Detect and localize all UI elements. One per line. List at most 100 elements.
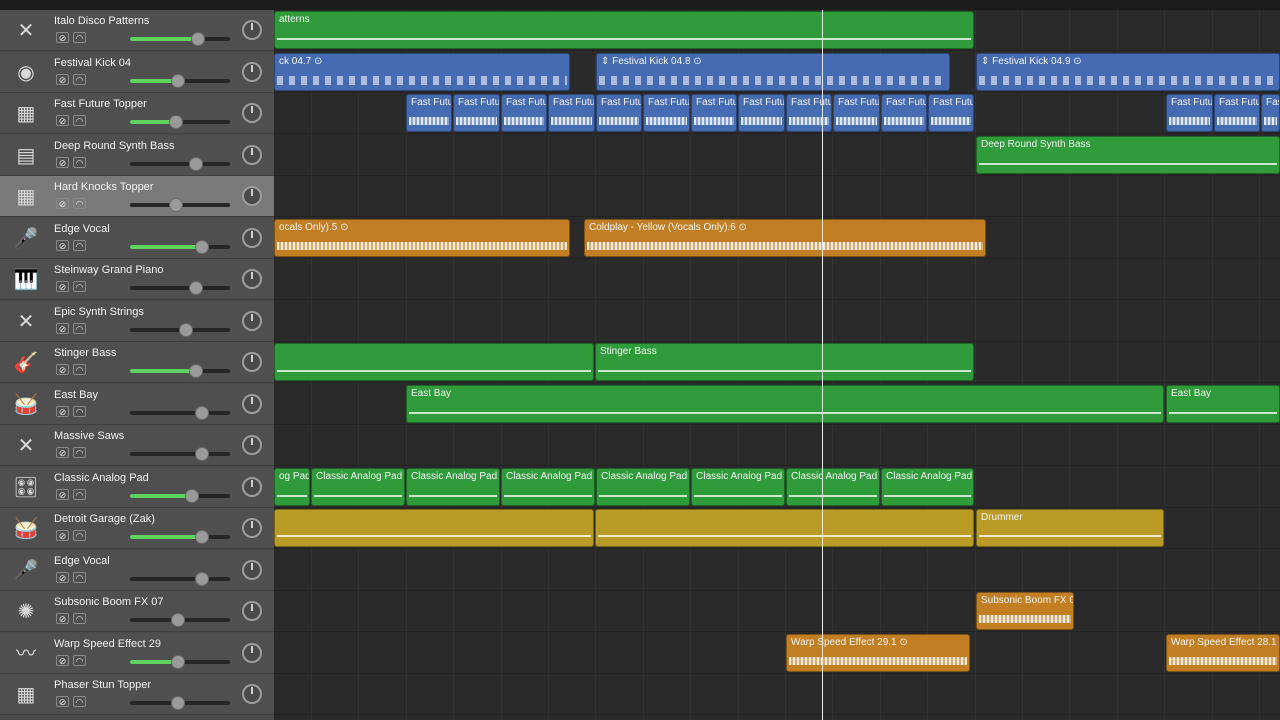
volume-slider[interactable] xyxy=(130,323,230,337)
region[interactable]: Fast Futu xyxy=(501,94,547,132)
volume-slider-knob[interactable] xyxy=(195,572,209,586)
region[interactable]: ck 04.7 ⊙ xyxy=(274,53,570,91)
region[interactable]: Fast Futu xyxy=(833,94,880,132)
solo-headphones-button[interactable]: ◠ xyxy=(73,32,86,43)
mute-button[interactable]: ⊘ xyxy=(56,406,69,417)
mute-button[interactable]: ⊘ xyxy=(56,489,69,500)
region[interactable]: atterns xyxy=(274,11,974,49)
region[interactable]: Fast Futu xyxy=(548,94,595,132)
volume-slider[interactable] xyxy=(130,281,230,295)
region[interactable]: East Bay xyxy=(1166,385,1280,423)
track-lane[interactable] xyxy=(274,550,1280,591)
track-name[interactable]: Deep Round Synth Bass xyxy=(54,140,174,152)
volume-slider-knob[interactable] xyxy=(189,157,203,171)
region[interactable] xyxy=(274,509,594,547)
volume-slider[interactable] xyxy=(130,489,230,503)
volume-slider[interactable] xyxy=(130,530,230,544)
volume-slider-knob[interactable] xyxy=(171,74,185,88)
pan-knob[interactable] xyxy=(242,20,262,40)
volume-slider[interactable] xyxy=(130,74,230,88)
region[interactable]: Stinger Bass xyxy=(595,343,974,381)
track-header[interactable]: 🎸 Stinger Bass ⊘ ◠ xyxy=(0,342,274,383)
region[interactable] xyxy=(595,509,974,547)
track-name[interactable]: Epic Synth Strings xyxy=(54,306,144,318)
track-lane[interactable] xyxy=(274,425,1280,466)
volume-slider-knob[interactable] xyxy=(169,198,183,212)
track-header[interactable]: 〰 Warp Speed Effect 29 ⊘ ◠ xyxy=(0,633,274,674)
volume-slider-knob[interactable] xyxy=(185,489,199,503)
region[interactable]: Fast Futu xyxy=(786,94,832,132)
track-name[interactable]: Massive Saws xyxy=(54,430,124,442)
arrange-area[interactable]: atterns ck 04.7 ⊙ ⇕ Festival Kick 04.8 ⊙ ⇕ … xyxy=(274,10,1280,720)
volume-slider-knob[interactable] xyxy=(195,530,209,544)
track-name[interactable]: Hard Knocks Topper xyxy=(54,181,153,193)
mute-button[interactable]: ⊘ xyxy=(56,240,69,251)
solo-headphones-button[interactable]: ◠ xyxy=(73,489,86,500)
track-name[interactable]: Steinway Grand Piano xyxy=(54,264,163,276)
volume-slider[interactable] xyxy=(130,613,230,627)
track-name[interactable]: East Bay xyxy=(54,389,98,401)
pan-knob[interactable] xyxy=(242,643,262,663)
region[interactable]: Classic Analog Pad xyxy=(881,468,974,506)
pan-knob[interactable] xyxy=(242,560,262,580)
track-name[interactable]: Edge Vocal xyxy=(54,555,110,567)
solo-headphones-button[interactable]: ◠ xyxy=(73,281,86,292)
track-header[interactable]: ◉ Festival Kick 04 ⊘ ◠ xyxy=(0,52,274,93)
track-header[interactable]: 🎤 Edge Vocal ⊘ ◠ xyxy=(0,218,274,259)
track-header[interactable]: 🥁 Detroit Garage (Zak) ⊘ ◠ xyxy=(0,508,274,549)
solo-headphones-button[interactable]: ◠ xyxy=(73,696,86,707)
solo-headphones-button[interactable]: ◠ xyxy=(73,364,86,375)
region[interactable]: Classic Analog Pad xyxy=(406,468,500,506)
mute-button[interactable]: ⊘ xyxy=(56,572,69,583)
solo-headphones-button[interactable]: ◠ xyxy=(73,240,86,251)
pan-knob[interactable] xyxy=(242,103,262,123)
volume-slider[interactable] xyxy=(130,406,230,420)
track-header[interactable]: 🎛 Classic Analog Pad ⊘ ◠ xyxy=(0,467,274,508)
track-header[interactable]: ▦ Hard Knocks Topper ⊘ ◠ xyxy=(0,176,274,217)
region[interactable]: Classic Analog Pad xyxy=(501,468,595,506)
region[interactable]: Classic Analog Pad xyxy=(786,468,880,506)
volume-slider[interactable] xyxy=(130,32,230,46)
track-header[interactable]: ✕ Massive Saws ⊘ ◠ xyxy=(0,425,274,466)
region[interactable]: East Bay xyxy=(406,385,1164,423)
solo-headphones-button[interactable]: ◠ xyxy=(73,406,86,417)
volume-slider[interactable] xyxy=(130,572,230,586)
mute-button[interactable]: ⊘ xyxy=(56,447,69,458)
track-lane[interactable] xyxy=(274,176,1280,217)
volume-slider-knob[interactable] xyxy=(189,364,203,378)
track-header[interactable]: ▦ Fast Future Topper ⊘ ◠ xyxy=(0,93,274,134)
region[interactable]: Fast Futu xyxy=(643,94,690,132)
track-name[interactable]: Detroit Garage (Zak) xyxy=(54,513,155,525)
volume-slider-knob[interactable] xyxy=(195,447,209,461)
track-name[interactable]: Warp Speed Effect 29 xyxy=(54,638,161,650)
track-name[interactable]: Fast Future Topper xyxy=(54,98,147,110)
region[interactable]: Fast Futu xyxy=(738,94,785,132)
solo-headphones-button[interactable]: ◠ xyxy=(73,157,86,168)
track-name[interactable]: Festival Kick 04 xyxy=(54,57,131,69)
solo-headphones-button[interactable]: ◠ xyxy=(73,74,86,85)
track-name[interactable]: Edge Vocal xyxy=(54,223,110,235)
region[interactable]: Fast Futu xyxy=(596,94,642,132)
region[interactable]: Classic Analog Pad xyxy=(691,468,785,506)
region[interactable]: Classic Analog Pad xyxy=(311,468,405,506)
track-name[interactable]: Subsonic Boom FX 07 xyxy=(54,596,163,608)
solo-headphones-button[interactable]: ◠ xyxy=(73,572,86,583)
mute-button[interactable]: ⊘ xyxy=(56,323,69,334)
region[interactable]: ⇕ Festival Kick 04.8 ⊙ xyxy=(596,53,950,91)
solo-headphones-button[interactable]: ◠ xyxy=(73,323,86,334)
volume-slider-knob[interactable] xyxy=(171,655,185,669)
pan-knob[interactable] xyxy=(242,228,262,248)
track-header[interactable]: ✺ Subsonic Boom FX 07 ⊘ ◠ xyxy=(0,591,274,632)
region[interactable]: Deep Round Synth Bass xyxy=(976,136,1280,174)
region[interactable] xyxy=(274,343,594,381)
volume-slider-knob[interactable] xyxy=(189,281,203,295)
mute-button[interactable]: ⊘ xyxy=(56,198,69,209)
region[interactable]: Warp Speed Effect 29.1 ⊙ xyxy=(786,634,970,672)
region[interactable]: Fast Futu xyxy=(1166,94,1213,132)
mute-button[interactable]: ⊘ xyxy=(56,530,69,541)
region[interactable]: og Pad xyxy=(274,468,310,506)
solo-headphones-button[interactable]: ◠ xyxy=(73,115,86,126)
region[interactable]: Coldplay - Yellow (Vocals Only).6 ⊙ xyxy=(584,219,986,257)
playhead[interactable] xyxy=(822,10,823,720)
mute-button[interactable]: ⊘ xyxy=(56,364,69,375)
